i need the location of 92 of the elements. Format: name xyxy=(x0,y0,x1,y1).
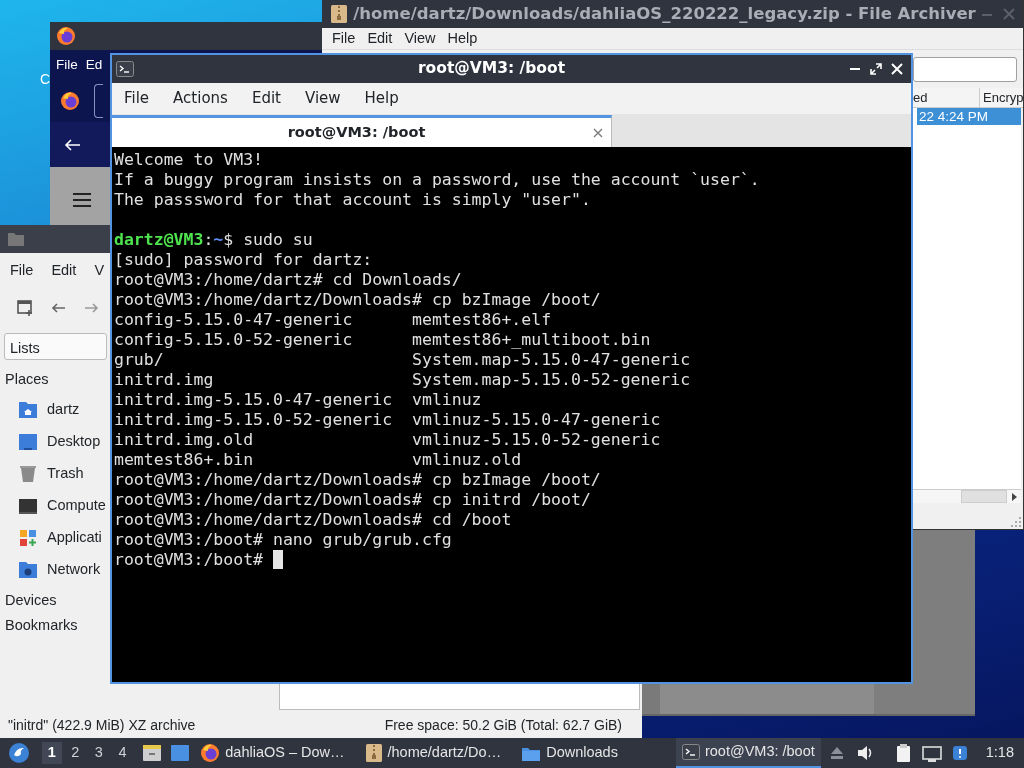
location-field[interactable] xyxy=(913,56,1017,82)
terminal-line: root@VM3:/boot# xyxy=(114,550,263,570)
workspace-button[interactable]: 2 xyxy=(65,742,86,764)
terminal-line: initrd.img-5.15.0-52-generic vmlinuz-5.15.0-47-generic xyxy=(114,410,662,430)
text-cursor xyxy=(273,550,283,569)
browser-icon xyxy=(200,743,221,763)
terminal-line: root@VM3:/home/dartz# cd Downloads/ xyxy=(114,270,463,290)
terminal-line: initrd.img-5.15.0-47-generic vmlinuz xyxy=(114,390,483,410)
terminal-line: initrd.img.old vmlinuz-5.15.0-52-generic xyxy=(114,430,662,450)
place-item[interactable]: Desktop xyxy=(47,430,101,453)
terminal-line: dartz@VM3:~$ sudo su xyxy=(114,230,314,250)
terminal-line: initrd.img System.map-5.15.0-52-generic xyxy=(114,370,692,390)
resize-grip-icon[interactable] xyxy=(1011,517,1021,527)
trash-icon xyxy=(19,464,37,483)
menu-item[interactable]: File xyxy=(118,87,156,110)
window-title: root@VM3: /boot xyxy=(417,58,566,80)
notification-icon[interactable] xyxy=(951,745,968,761)
window-title: /home/dartz/Downloads/dahliaOS_220222_legacy.zip - File Archiver xyxy=(352,2,977,25)
workspace-button[interactable]: 1 xyxy=(42,742,62,764)
menu-icon[interactable] xyxy=(73,192,91,208)
terminal-line: [sudo] password for dartz: xyxy=(114,250,374,270)
browser-icon xyxy=(56,26,76,46)
menu-item[interactable]: Help xyxy=(441,27,484,50)
maximize-icon[interactable] xyxy=(870,63,882,75)
menu-item[interactable]: Edit xyxy=(245,87,287,110)
browser-icon[interactable] xyxy=(60,91,80,111)
terminal-line: config-5.15.0-47-generic memtest86+.elf xyxy=(114,310,553,330)
status-text: Free space: 50.2 GiB (Total: 62.7 GiB) xyxy=(384,715,622,735)
back-arrow-icon[interactable] xyxy=(64,137,82,152)
place-item[interactable]: Compute xyxy=(47,494,106,517)
place-item[interactable]: dartz xyxy=(47,398,80,421)
tab[interactable] xyxy=(94,84,103,118)
terminal-line: grub/ System.map-5.15.0-47-generic xyxy=(114,350,692,370)
new-window-icon[interactable] xyxy=(17,299,33,317)
terminal-icon xyxy=(681,744,700,760)
network-folder-icon xyxy=(19,560,37,579)
terminal-icon xyxy=(116,61,134,77)
network-icon[interactable] xyxy=(921,744,942,762)
drawer-icon[interactable] xyxy=(142,743,163,763)
window-icon[interactable] xyxy=(170,743,191,763)
menu-item[interactable]: File xyxy=(4,260,40,282)
terminal-line: memtest86+.bin vmlinuz.old xyxy=(114,450,523,470)
menu-item[interactable]: Actions xyxy=(167,87,234,110)
monitor-icon xyxy=(19,496,37,515)
place-item[interactable]: Network xyxy=(47,558,101,581)
clock[interactable]: 1:18 xyxy=(985,742,1014,764)
apps-icon xyxy=(19,528,37,547)
menu-item[interactable]: Help xyxy=(358,87,405,110)
terminal-line: config-5.15.0-52-generic memtest86+_multiboot.bin xyxy=(114,330,652,350)
folder-icon xyxy=(8,231,24,247)
start-menu-icon[interactable] xyxy=(8,742,30,764)
home-folder-icon xyxy=(19,400,37,419)
status-text: "initrd" (422.9 MiB) XZ archive xyxy=(8,715,196,735)
archive-icon xyxy=(364,743,383,763)
taskbar-task[interactable]: Downloads xyxy=(515,738,624,768)
taskbar-task[interactable]: dahliaOS – Dow… xyxy=(194,738,351,768)
terminal-line: Welcome to VM3! xyxy=(114,150,264,170)
menu-item[interactable]: View xyxy=(398,27,442,50)
desktop-icon-label: C xyxy=(40,70,51,89)
column-header[interactable]: Encryp xyxy=(979,88,1023,107)
taskbar-task[interactable]: /home/dartz/Do… xyxy=(358,738,508,768)
place-item[interactable]: Applicati xyxy=(47,526,102,549)
scrollbar-thumb[interactable] xyxy=(961,490,1007,503)
menu-item[interactable]: Edit xyxy=(45,260,83,282)
section-heading[interactable]: Bookmarks xyxy=(5,614,78,637)
archive-icon xyxy=(330,4,348,24)
menu-item[interactable]: V xyxy=(88,260,111,282)
terminal-line: root@VM3:/home/dartz/Downloads# cd /boot xyxy=(114,510,513,530)
terminal-line: If a buggy program insists on a password, use the account `user`. xyxy=(114,170,761,190)
terminal-line: root@VM3:/boot# nano grub/grub.cfg xyxy=(114,530,453,550)
menu-item[interactable]: Ed xyxy=(85,54,103,76)
volume-icon[interactable] xyxy=(856,744,873,762)
place-item[interactable]: Trash xyxy=(47,462,84,485)
desktop-folder-icon xyxy=(19,432,37,451)
section-heading: Places xyxy=(5,370,49,389)
clipboard-icon[interactable] xyxy=(894,743,912,763)
column-header[interactable]: ed xyxy=(913,88,979,107)
terminal-line: The passsword for that account is simply "user". xyxy=(114,190,592,210)
workspace-button[interactable]: 4 xyxy=(112,742,133,764)
menu-item[interactable]: File xyxy=(326,27,362,50)
terminal-tab[interactable]: root@VM3: /boot xyxy=(112,115,612,147)
workspace-button[interactable]: 3 xyxy=(89,742,109,764)
menu-item[interactable]: View xyxy=(298,87,347,110)
terminal-line: root@VM3:/home/dartz/Downloads# cp bzImage /boot/ xyxy=(114,290,602,310)
side-pane-dropdown[interactable]: Lists xyxy=(4,333,107,360)
taskbar-task[interactable]: root@VM3: /boot xyxy=(675,738,821,768)
terminal-line: root@VM3:/home/dartz/Downloads# cp bzImage /boot/ xyxy=(114,470,602,490)
menu-item[interactable]: Edit xyxy=(361,27,399,50)
terminal-line: root@VM3:/home/dartz/Downloads# cp initrd /boot/ xyxy=(114,490,592,510)
section-heading[interactable]: Devices xyxy=(5,589,57,612)
menu-item[interactable]: File xyxy=(56,54,78,76)
eject-icon[interactable] xyxy=(828,746,845,760)
